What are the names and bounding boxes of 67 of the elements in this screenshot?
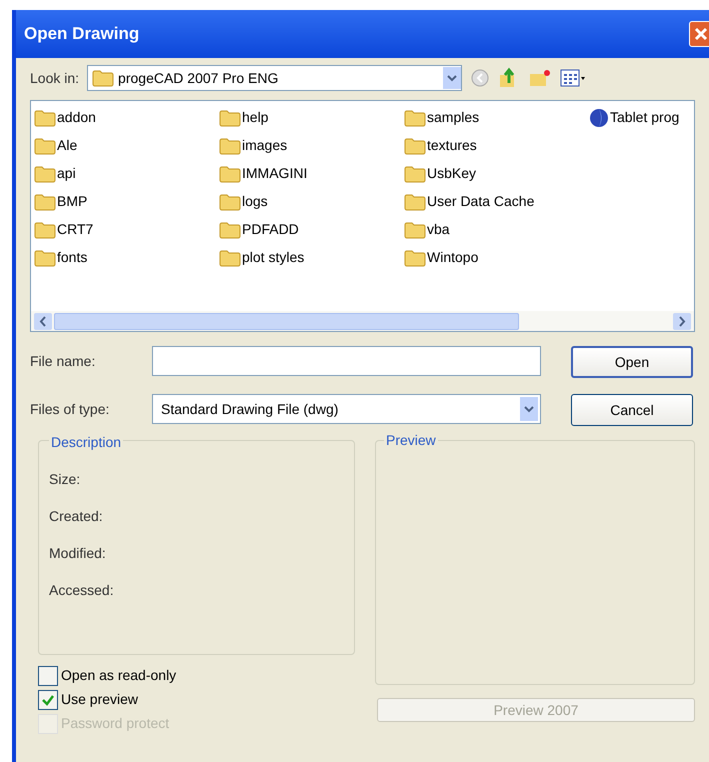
file-item[interactable]: vba (404, 219, 589, 240)
file-item[interactable]: images (219, 135, 404, 156)
folder-icon (34, 164, 56, 182)
file-item[interactable]: UsbKey (404, 163, 589, 184)
folder-icon (34, 248, 56, 266)
folder-icon (34, 220, 56, 238)
description-field: Accessed: (49, 580, 344, 601)
description-field: Modified: (49, 543, 344, 564)
globe-icon (589, 108, 609, 128)
folder-icon (404, 248, 426, 266)
scrollbar-thumb[interactable] (54, 312, 519, 330)
file-item[interactable]: Tablet prog (589, 107, 694, 128)
folder-icon (92, 69, 114, 87)
folder-icon (219, 248, 241, 266)
file-type-dropdown[interactable]: Standard Drawing File (dwg) (152, 394, 541, 424)
cancel-button[interactable]: Cancel (571, 394, 693, 426)
folder-icon (34, 108, 56, 126)
horizontal-scrollbar[interactable] (31, 311, 694, 331)
file-name-label: File name: (30, 352, 96, 370)
scroll-left-icon[interactable] (34, 312, 52, 330)
file-item[interactable]: Wintopo (404, 247, 589, 268)
file-item[interactable]: help (219, 107, 404, 128)
file-item[interactable]: BMP (34, 191, 219, 212)
file-item[interactable]: Ale (34, 135, 219, 156)
window-title: Open Drawing (24, 23, 140, 46)
file-item[interactable]: samples (404, 107, 589, 128)
file-item[interactable]: IMMAGINI (219, 163, 404, 184)
checkmark-icon (41, 692, 55, 706)
close-button[interactable] (689, 21, 709, 47)
folder-icon (34, 192, 56, 210)
look-in-value: progeCAD 2007 Pro ENG (118, 68, 280, 88)
option-checkbox[interactable]: Open as read-only (38, 665, 355, 686)
file-type-label: Files of type: (30, 400, 110, 419)
folder-icon (404, 220, 426, 238)
description-field: Created: (49, 506, 344, 527)
folder-icon (404, 164, 426, 182)
folder-icon (404, 108, 426, 126)
option-checkbox[interactable]: Use preview (38, 689, 355, 710)
folder-icon (219, 136, 241, 154)
folder-icon (404, 136, 426, 154)
file-item[interactable]: api (34, 163, 219, 184)
file-name-field[interactable] (152, 346, 541, 376)
file-item[interactable]: CRT7 (34, 219, 219, 240)
file-item[interactable]: fonts (34, 247, 219, 268)
folder-icon (404, 192, 426, 210)
file-item[interactable]: addon (34, 107, 219, 128)
description-field: Size: (49, 469, 344, 490)
folder-icon (219, 220, 241, 238)
scroll-right-icon[interactable] (673, 312, 691, 330)
folder-icon (219, 108, 241, 126)
open-button[interactable]: Open (571, 346, 693, 378)
file-item[interactable]: textures (404, 135, 589, 156)
file-item[interactable]: logs (219, 191, 404, 212)
back-icon[interactable] (470, 68, 490, 88)
file-type-value: Standard Drawing File (dwg) (161, 400, 340, 419)
checkbox[interactable] (38, 690, 58, 710)
close-icon (694, 27, 708, 41)
file-item[interactable]: plot styles (219, 247, 404, 268)
folder-icon (219, 192, 241, 210)
file-item[interactable]: PDFADD (219, 219, 404, 240)
look-in-dropdown[interactable]: progeCAD 2007 Pro ENG (87, 65, 462, 91)
folder-icon (219, 164, 241, 182)
checkbox[interactable] (38, 666, 58, 686)
file-item[interactable]: User Data Cache (404, 191, 589, 212)
folder-icon (34, 136, 56, 154)
new-folder-icon[interactable] (528, 68, 552, 88)
look-in-label: Look in: (30, 68, 80, 88)
